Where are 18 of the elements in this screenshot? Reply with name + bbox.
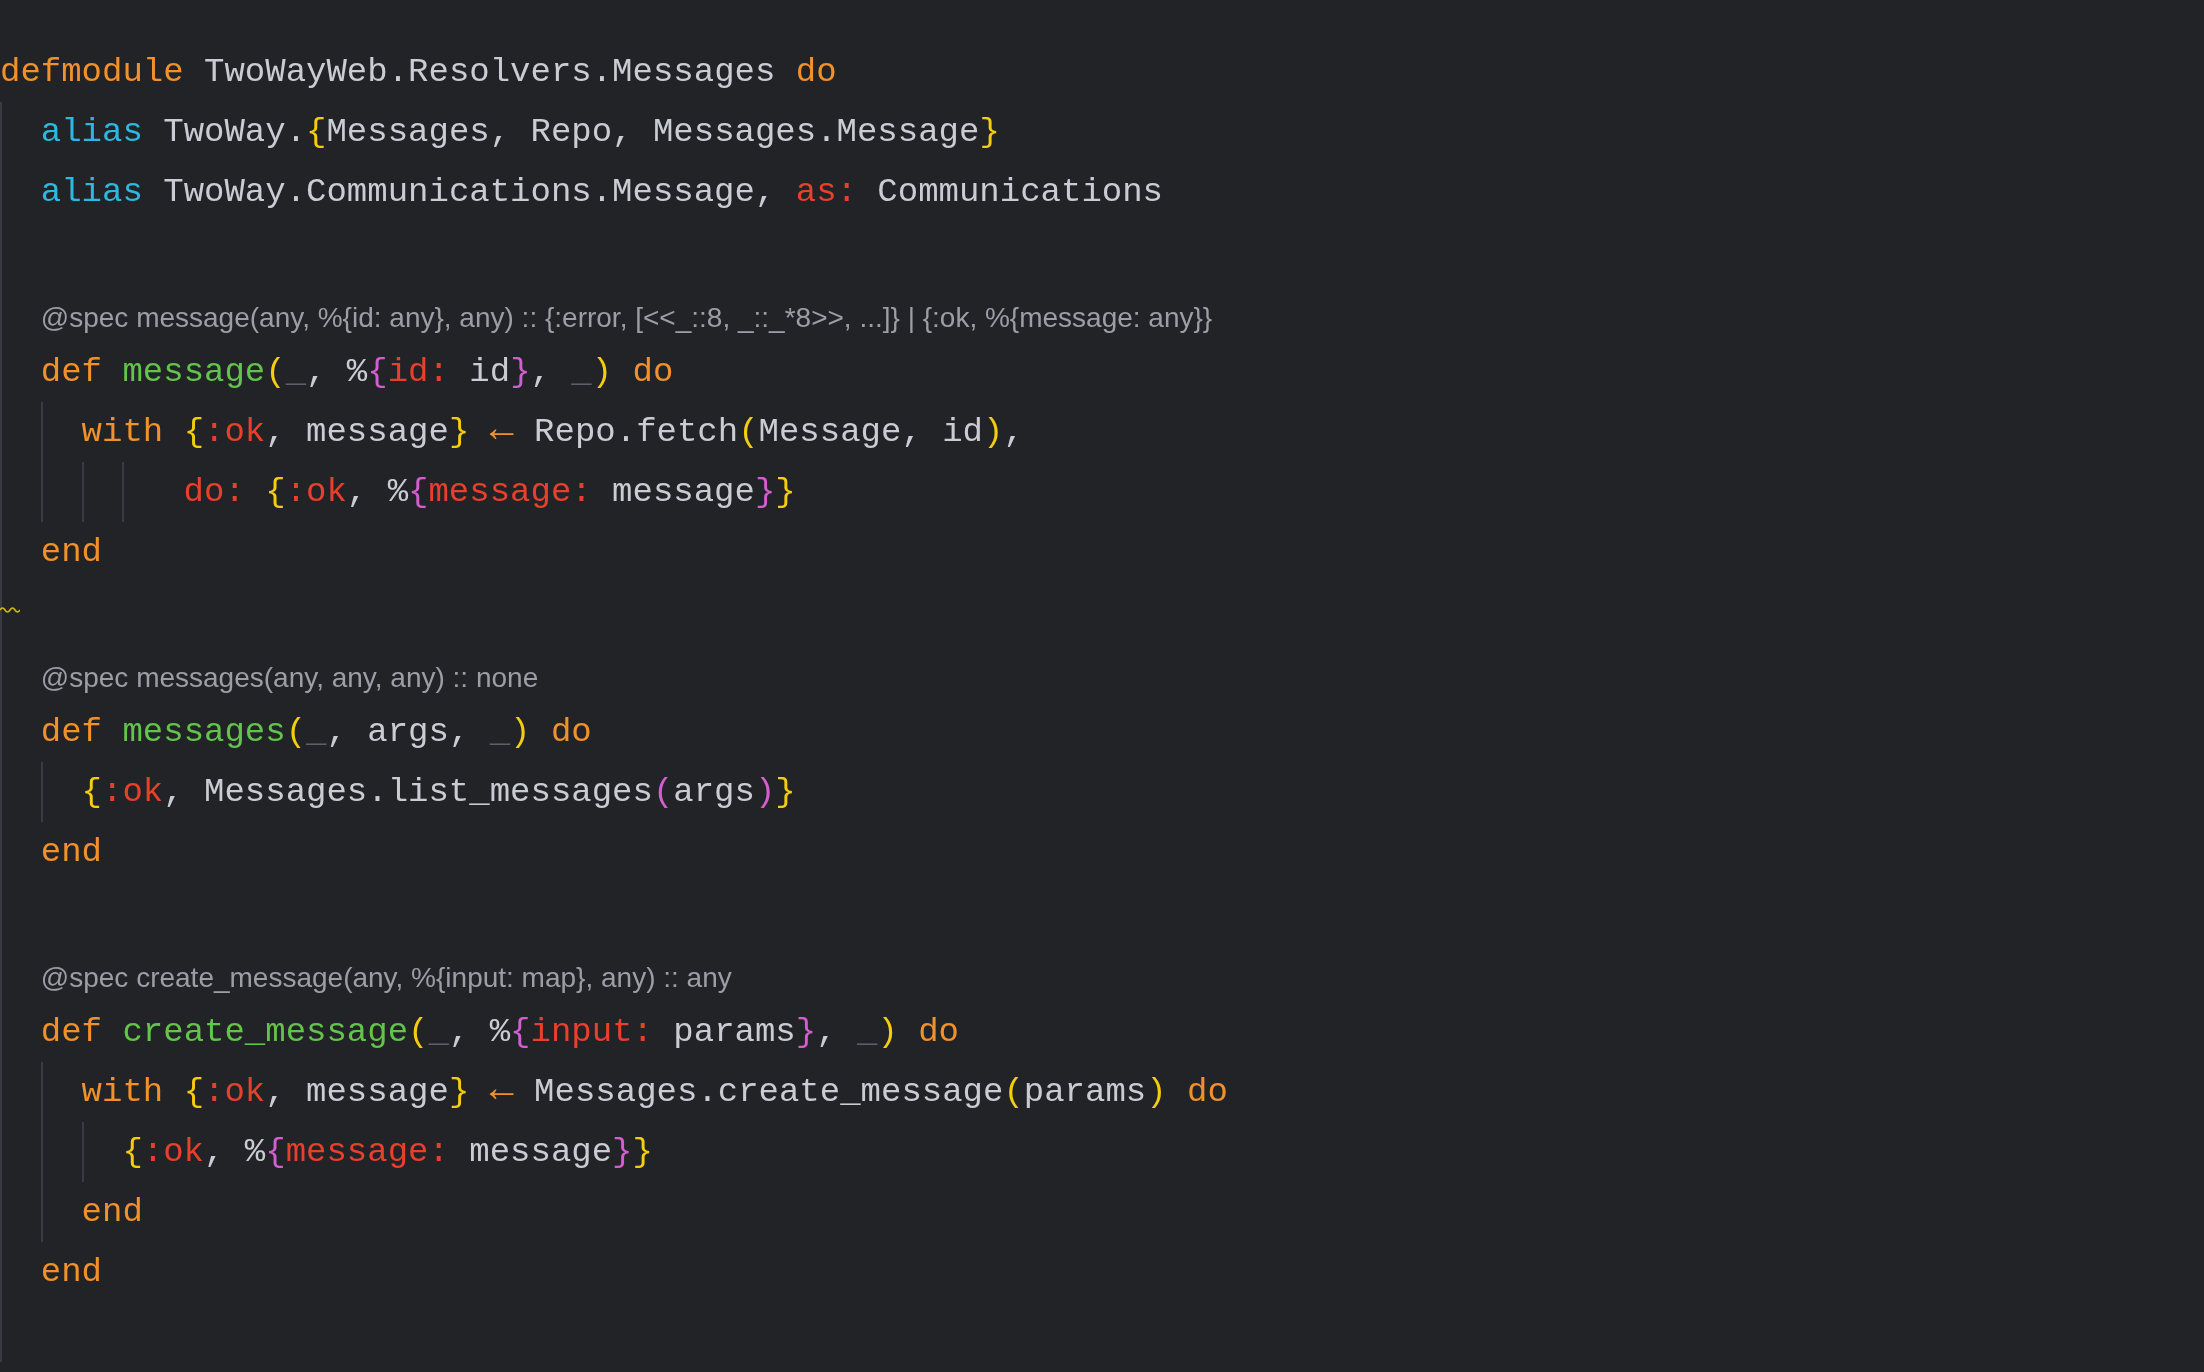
code-line: alias TwoWay.Communications.Message, as: Communications	[40, 172, 1163, 213]
code-line: do: {:ok, %{message: message}}	[182, 472, 796, 513]
code-line: alias TwoWay.{Messages, Repo, Messages.Message}	[40, 112, 1000, 153]
type-spec-hint: @spec create_message(any, %{input: map}, any) :: any	[40, 961, 732, 995]
code-line: end	[81, 1192, 143, 1233]
code-line: {:ok, %{message: message}}	[122, 1132, 653, 1173]
code-line: with {:ok, message} ← Repo.fetch(Message, id),	[81, 407, 1024, 455]
code-line: end	[40, 832, 102, 873]
code-line: def message(_, %{id: id}, _) do	[40, 352, 674, 393]
type-spec-hint: @spec message(any, %{id: any}, any) :: {:error, [<<_::8, _::_*8>>, ...]} | {:ok, %{message: any}}	[40, 301, 1213, 335]
code-line: end	[40, 1252, 102, 1293]
code-line: end	[40, 532, 102, 573]
type-spec-hint: @spec messages(any, any, any) :: none	[40, 661, 539, 695]
code-line: {:ok, Messages.list_messages(args)}	[81, 772, 796, 813]
code-line: def create_message(_, %{input: params}, _) do	[40, 1012, 959, 1053]
code-line: defmodule TwoWayWeb.Resolvers.Messages do	[0, 52, 837, 93]
code-line: def messages(_, args, _) do	[40, 712, 592, 753]
code-line: with {:ok, message} ← Messages.create_message(params) do	[81, 1067, 1228, 1115]
